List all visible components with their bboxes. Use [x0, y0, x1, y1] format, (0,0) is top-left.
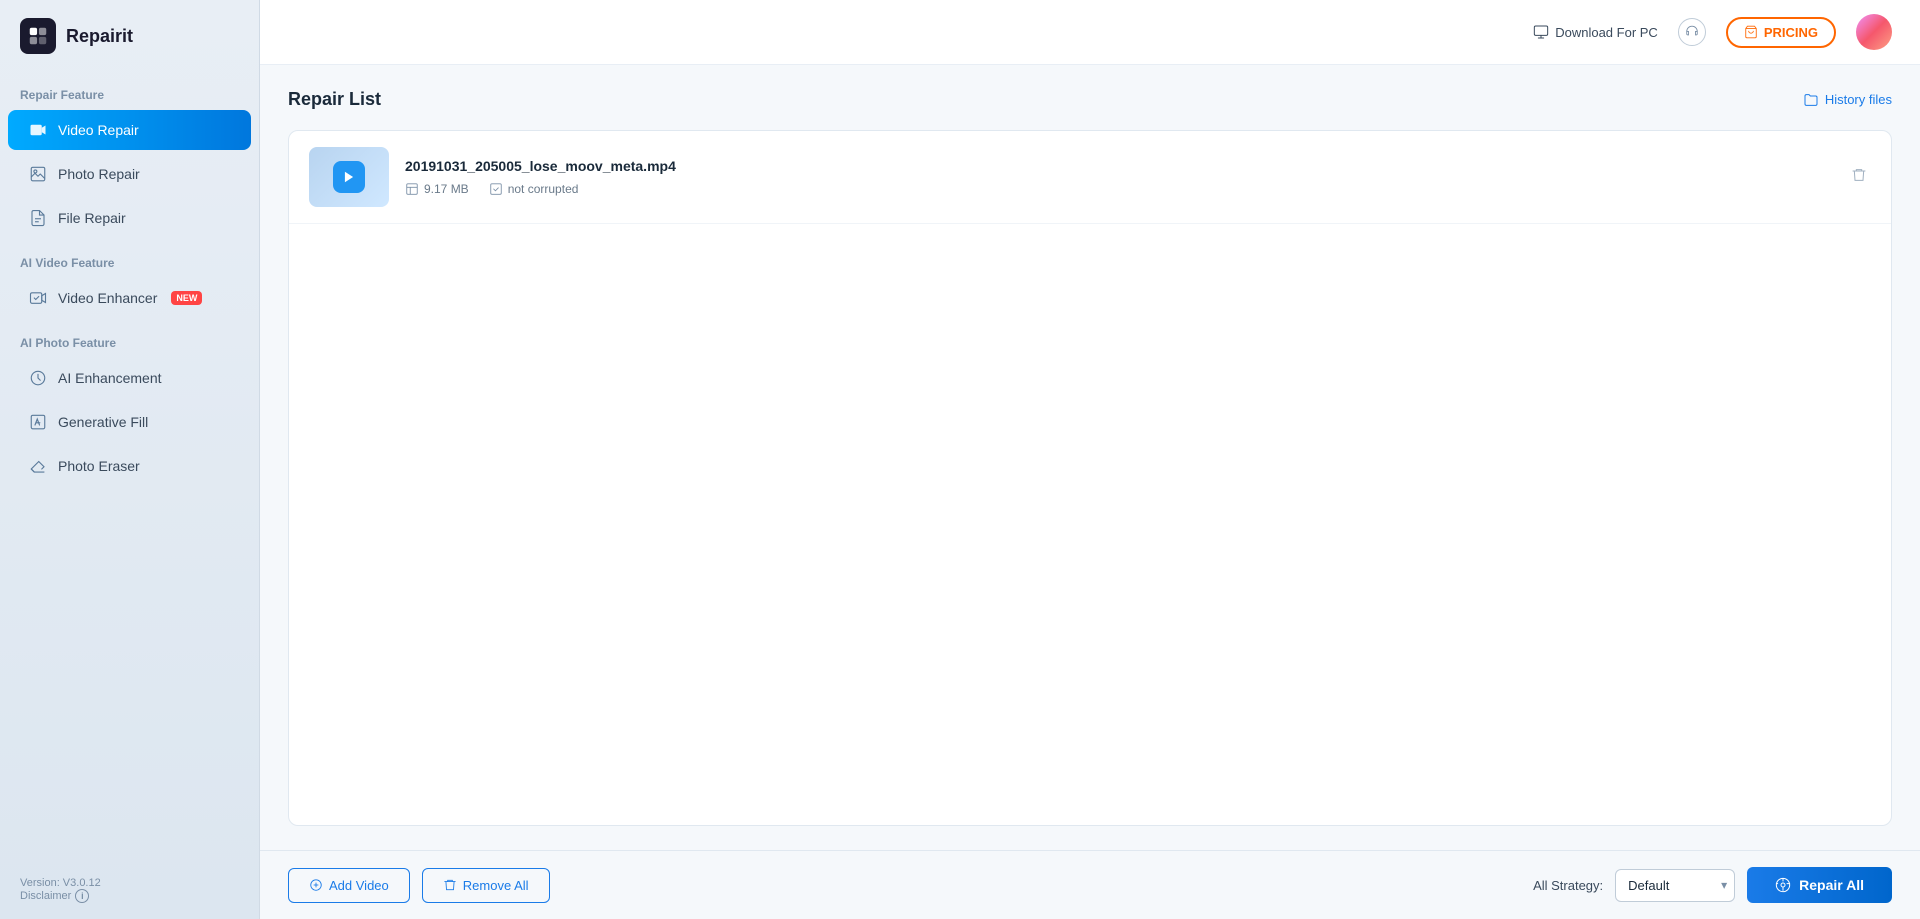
sidebar: Repairit Repair Feature Video Repair Pho… [0, 0, 260, 919]
generative-fill-icon [28, 412, 48, 432]
table-row: 20191031_205005_lose_moov_meta.mp4 9.17 … [289, 131, 1891, 224]
sidebar-item-photo-repair[interactable]: Photo Repair [8, 154, 251, 194]
add-circle-icon [309, 878, 323, 892]
repair-list-title: Repair List [288, 89, 381, 110]
video-enhancer-icon [28, 288, 48, 308]
file-meta: 9.17 MB not corrupted [405, 182, 1831, 196]
header: Download For PC PRICING [260, 0, 1920, 65]
remove-all-button[interactable]: Remove All [422, 868, 550, 903]
pricing-button[interactable]: PRICING [1726, 17, 1836, 48]
size-icon [405, 182, 419, 196]
sidebar-footer: Version: V3.0.12 Disclaimer i [0, 861, 259, 919]
trash-icon [443, 878, 457, 892]
add-video-button[interactable]: Add Video [288, 868, 410, 903]
sidebar-item-ai-enhancement[interactable]: AI Enhancement [8, 358, 251, 398]
strategy-select[interactable]: Default Advanced Standard [1615, 869, 1735, 902]
cart-icon [1744, 25, 1758, 39]
sidebar-item-label-photo-eraser: Photo Eraser [58, 458, 140, 474]
file-size-item: 9.17 MB [405, 182, 469, 196]
footer-bar: Add Video Remove All All Strategy: Defau… [260, 850, 1920, 919]
help-button[interactable] [1678, 18, 1706, 46]
sidebar-item-video-enhancer[interactable]: Video Enhancer NEW [8, 278, 251, 318]
file-list-container: 20191031_205005_lose_moov_meta.mp4 9.17 … [288, 130, 1892, 826]
status-icon [489, 182, 503, 196]
photo-eraser-icon [28, 456, 48, 476]
sidebar-item-generative-fill[interactable]: Generative Fill [8, 402, 251, 442]
file-name: 20191031_205005_lose_moov_meta.mp4 [405, 158, 1831, 174]
sidebar-item-label-video-repair: Video Repair [58, 122, 139, 138]
headset-icon [1685, 25, 1699, 39]
content-header: Repair List History files [288, 89, 1892, 110]
sidebar-item-label-photo-repair: Photo Repair [58, 166, 140, 182]
strategy-select-wrapper: Default Advanced Standard [1615, 869, 1735, 902]
sidebar-item-video-repair[interactable]: Video Repair [8, 110, 251, 150]
video-repair-icon [28, 120, 48, 140]
version-text: Version: V3.0.12 [20, 877, 239, 889]
play-button-icon [333, 161, 365, 193]
logo-area[interactable]: Repairit [0, 0, 259, 72]
app-name: Repairit [66, 26, 133, 47]
sidebar-item-photo-eraser[interactable]: Photo Eraser [8, 446, 251, 486]
file-status-value: not corrupted [508, 182, 579, 196]
sidebar-item-label-generative-fill: Generative Fill [58, 414, 148, 430]
sidebar-item-file-repair[interactable]: File Repair [8, 198, 251, 238]
content-area: Repair List History files [260, 65, 1920, 850]
repair-icon [1775, 877, 1791, 893]
section-label-ai-video: AI Video Feature [0, 240, 259, 276]
app-logo-icon [20, 18, 56, 54]
download-for-pc-button[interactable]: Download For PC [1533, 24, 1658, 40]
disclaimer-info-icon: i [75, 889, 89, 903]
history-files-button[interactable]: History files [1803, 92, 1892, 108]
sidebar-item-label-ai-enhancement: AI Enhancement [58, 370, 162, 386]
section-label-repair: Repair Feature [0, 72, 259, 108]
file-status-item: not corrupted [489, 182, 579, 196]
new-badge: NEW [171, 291, 202, 305]
user-avatar[interactable] [1856, 14, 1892, 50]
disclaimer-link[interactable]: Disclaimer i [20, 889, 239, 903]
file-thumbnail [309, 147, 389, 207]
ai-enhancement-icon [28, 368, 48, 388]
strategy-label: All Strategy: [1533, 878, 1603, 893]
sidebar-item-label-file-repair: File Repair [58, 210, 126, 226]
folder-icon [1803, 92, 1819, 108]
section-label-ai-photo: AI Photo Feature [0, 320, 259, 356]
footer-right: All Strategy: Default Advanced Standard … [1533, 867, 1892, 903]
file-info: 20191031_205005_lose_moov_meta.mp4 9.17 … [405, 158, 1831, 196]
delete-file-button[interactable] [1847, 163, 1871, 192]
main-area: Download For PC PRICING Repair List [260, 0, 1920, 919]
footer-left: Add Video Remove All [288, 868, 550, 903]
sidebar-item-label-video-enhancer: Video Enhancer [58, 290, 157, 306]
repair-all-button[interactable]: Repair All [1747, 867, 1892, 903]
file-repair-icon [28, 208, 48, 228]
photo-repair-icon [28, 164, 48, 184]
file-size-value: 9.17 MB [424, 182, 469, 196]
monitor-icon [1533, 24, 1549, 40]
